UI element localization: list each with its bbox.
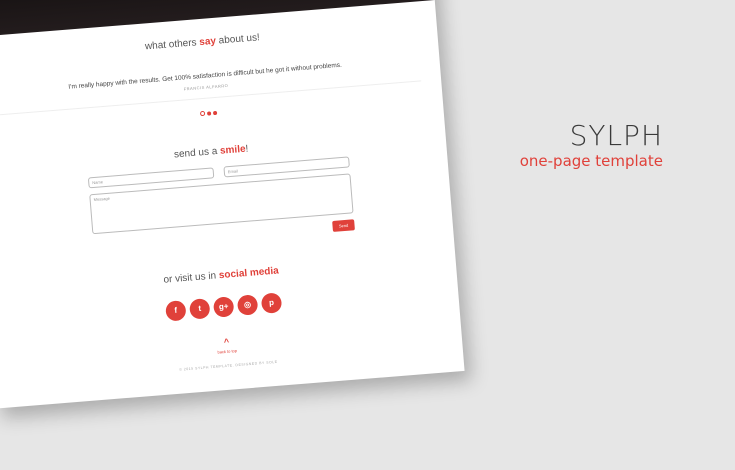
testimonials-heading-post: about us! bbox=[215, 32, 261, 47]
contact-heading-post: ! bbox=[245, 143, 249, 155]
contact-heading-pre: send us a bbox=[173, 145, 221, 161]
twitter-icon[interactable]: t bbox=[188, 298, 211, 320]
pager-dot-1[interactable] bbox=[199, 110, 205, 117]
google-plus-icon[interactable]: g+ bbox=[212, 296, 235, 318]
testimonial-pager bbox=[0, 84, 443, 140]
brand-subtitle: one-page template bbox=[519, 152, 663, 170]
pinterest-icon[interactable]: p bbox=[260, 292, 283, 314]
send-button[interactable]: Send bbox=[332, 219, 355, 232]
testimonials-heading-pre: what others bbox=[144, 37, 200, 53]
brand-title: SYLPH bbox=[569, 119, 663, 152]
instagram-icon[interactable]: ◎ bbox=[236, 294, 259, 316]
testimonials-heading-accent: say bbox=[198, 35, 217, 49]
facebook-icon[interactable]: f bbox=[165, 300, 187, 322]
pager-dot-3[interactable] bbox=[212, 110, 217, 116]
page-mockup: what others say about us! I'm really hap… bbox=[0, 0, 465, 409]
brand-block: SYLPH one-page template bbox=[519, 119, 663, 171]
contact-heading-accent: smile bbox=[219, 143, 247, 157]
social-heading-pre: or visit us in bbox=[163, 270, 220, 286]
template-preview: what others say about us! I'm really hap… bbox=[0, 0, 470, 470]
pager-dot-2[interactable] bbox=[206, 111, 211, 116]
social-heading-accent: social media bbox=[218, 265, 280, 282]
